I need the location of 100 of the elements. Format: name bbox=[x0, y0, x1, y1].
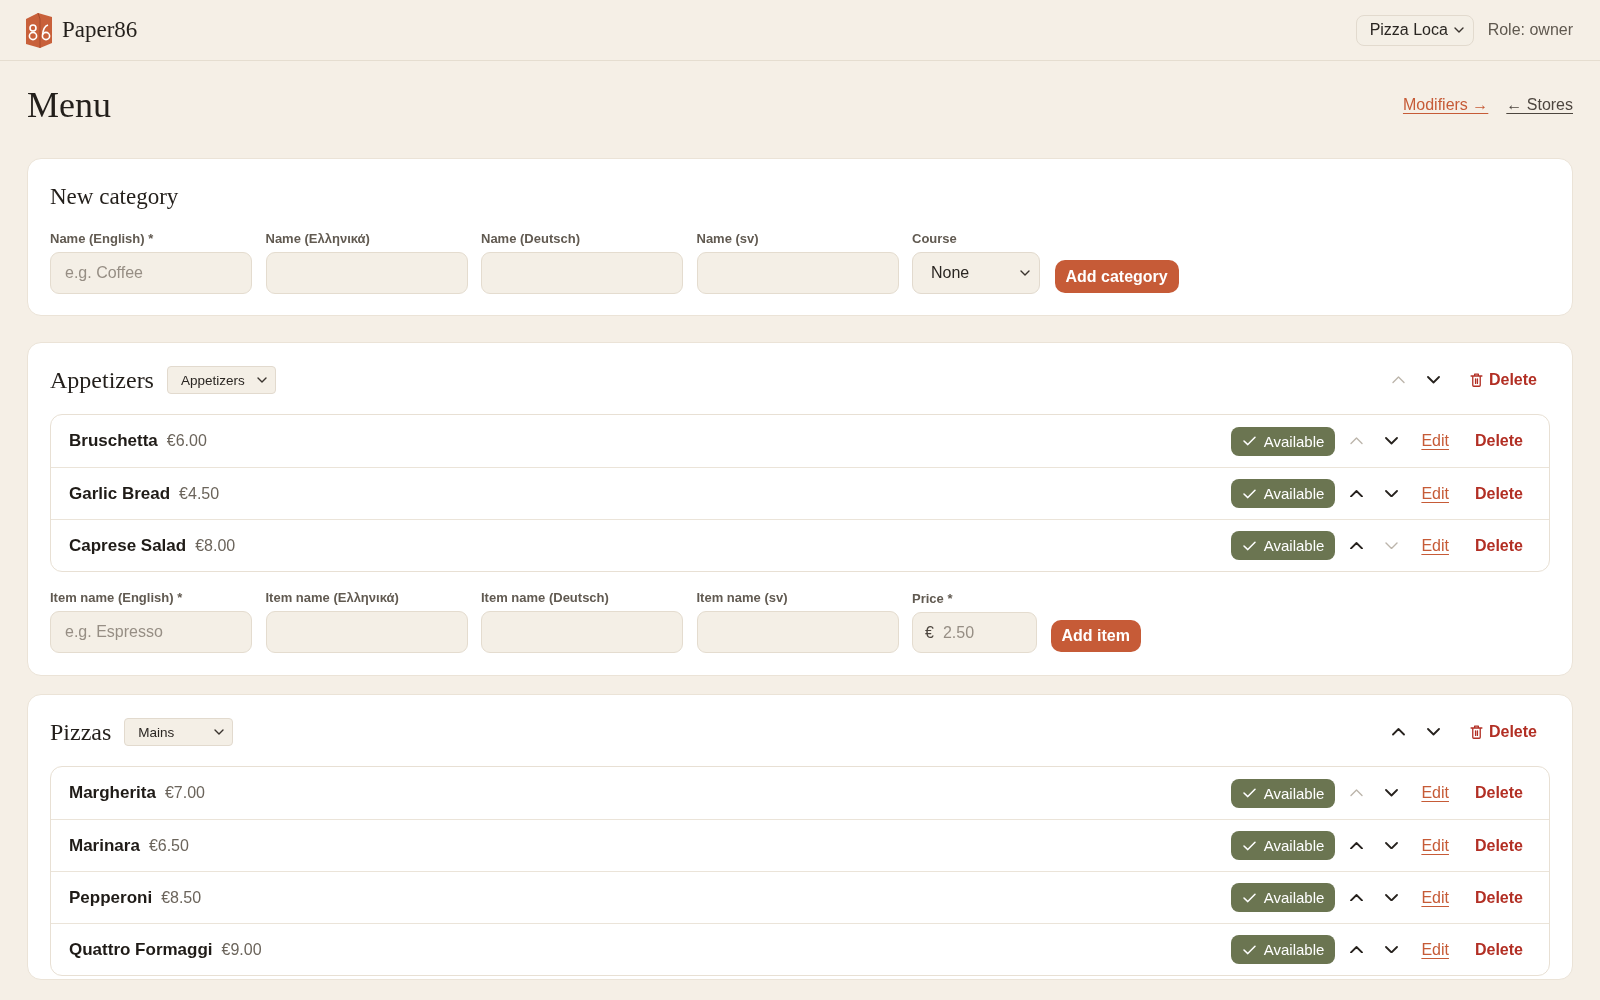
field-label: Item name (English) * bbox=[50, 590, 184, 606]
edit-link[interactable]: Edit bbox=[1421, 432, 1449, 450]
item-name-input[interactable] bbox=[696, 611, 899, 653]
edit-link[interactable]: Edit bbox=[1421, 940, 1449, 959]
check-icon bbox=[1242, 436, 1256, 446]
item-name: Quattro Formaggi bbox=[69, 939, 213, 960]
name-input[interactable]: e.g. Coffee bbox=[50, 252, 252, 294]
delete-button[interactable]: Delete bbox=[1461, 936, 1536, 963]
item-name: Caprese Salad bbox=[69, 535, 187, 556]
trash-icon bbox=[1469, 725, 1483, 739]
chevron-down-icon bbox=[1384, 489, 1398, 498]
check-icon bbox=[1242, 944, 1256, 955]
availability-toggle[interactable]: Available bbox=[1230, 426, 1336, 456]
add-item-button[interactable]: Add item bbox=[1050, 620, 1141, 652]
chevron-up-icon bbox=[1349, 789, 1363, 797]
delete-button[interactable]: Delete bbox=[1461, 884, 1536, 911]
chevron-down-icon bbox=[1020, 270, 1030, 276]
chevron-up-icon bbox=[1349, 541, 1363, 550]
field-label: Course bbox=[912, 231, 958, 247]
delete-button[interactable]: Delete bbox=[1461, 832, 1536, 859]
brand-name: Paper86 bbox=[62, 17, 138, 43]
delete-button[interactable]: Delete bbox=[1461, 480, 1536, 507]
course-select[interactable]: None bbox=[912, 252, 1040, 294]
item-name: Garlic Bread bbox=[69, 483, 171, 504]
chevron-down-icon bbox=[1384, 945, 1398, 954]
chevron-down-icon bbox=[1384, 893, 1398, 902]
field-label: Item name (Deutsch) bbox=[481, 590, 610, 606]
chevron-down-icon bbox=[1427, 376, 1441, 384]
chevron-down-icon bbox=[1427, 728, 1441, 736]
delete-button[interactable]: Delete bbox=[1461, 780, 1536, 806]
field-label: Name (English) * bbox=[50, 231, 155, 247]
price-input[interactable]: 2.50 bbox=[942, 623, 1003, 642]
chevron-down-icon bbox=[1453, 27, 1464, 33]
chevron-up-icon bbox=[1349, 489, 1363, 498]
item-name: Margherita bbox=[69, 783, 156, 803]
chevron-up-icon bbox=[1349, 437, 1363, 445]
field-label: Name (sv) bbox=[696, 231, 760, 247]
availability-toggle[interactable]: Available bbox=[1230, 883, 1336, 912]
item-name: Bruschetta bbox=[69, 431, 158, 451]
item-price: €4.50 bbox=[179, 484, 220, 503]
store-select[interactable]: Pizza Loca bbox=[1355, 14, 1474, 46]
chevron-up-icon bbox=[1392, 728, 1406, 736]
item-price: €8.00 bbox=[195, 536, 236, 555]
field-label: Name (Deutsch) bbox=[481, 231, 581, 247]
logo-icon bbox=[26, 12, 52, 48]
edit-link[interactable]: Edit bbox=[1421, 484, 1449, 503]
availability-toggle[interactable]: Available bbox=[1230, 479, 1336, 508]
check-icon bbox=[1242, 540, 1256, 551]
trash-icon bbox=[1469, 373, 1483, 387]
availability-toggle[interactable]: Available bbox=[1230, 531, 1336, 560]
delete-button[interactable]: Delete bbox=[1461, 428, 1536, 454]
price-field[interactable]: € 2.50 bbox=[912, 612, 1037, 653]
field-label: Price * bbox=[912, 591, 954, 607]
modifiers-link[interactable]: Modifiers → bbox=[1402, 96, 1489, 114]
item-price: €6.50 bbox=[148, 836, 189, 855]
course-select[interactable]: Mains bbox=[124, 718, 234, 746]
chevron-up-icon bbox=[1349, 893, 1363, 902]
name-input[interactable] bbox=[481, 252, 683, 294]
availability-toggle[interactable]: Available bbox=[1230, 831, 1336, 860]
add-category-button[interactable]: Add category bbox=[1054, 260, 1179, 293]
name-input[interactable] bbox=[265, 252, 468, 294]
field-label: Item name (sv) bbox=[696, 590, 789, 606]
item-price: €6.00 bbox=[166, 432, 207, 450]
item-name: Pepperoni bbox=[69, 887, 153, 908]
availability-toggle[interactable]: Available bbox=[1230, 778, 1336, 808]
chevron-up-icon bbox=[1349, 945, 1363, 954]
chevron-down-icon bbox=[1384, 789, 1398, 797]
availability-toggle[interactable]: Available bbox=[1230, 935, 1336, 964]
check-icon bbox=[1242, 488, 1256, 499]
edit-link[interactable]: Edit bbox=[1421, 836, 1449, 855]
chevron-down-icon bbox=[214, 729, 225, 735]
edit-link[interactable]: Edit bbox=[1421, 536, 1449, 555]
edit-link[interactable]: Edit bbox=[1421, 888, 1449, 907]
role-label: Role: owner bbox=[1487, 21, 1573, 39]
item-name-input[interactable] bbox=[265, 611, 468, 653]
currency-symbol: € bbox=[925, 623, 934, 642]
course-select[interactable]: Appetizers bbox=[166, 366, 276, 394]
chevron-up-icon bbox=[1392, 376, 1406, 384]
item-name: Marinara bbox=[69, 835, 140, 856]
chevron-down-icon bbox=[1384, 841, 1398, 850]
check-icon bbox=[1242, 840, 1256, 851]
item-name-input[interactable] bbox=[481, 611, 683, 653]
item-price: €8.50 bbox=[161, 888, 202, 907]
chevron-down-icon bbox=[256, 377, 267, 383]
check-icon bbox=[1242, 892, 1256, 903]
stores-link[interactable]: ← Stores bbox=[1506, 96, 1573, 114]
chevron-up-icon bbox=[1349, 841, 1363, 850]
category-title: Pizzas bbox=[50, 718, 112, 747]
chevron-down-icon bbox=[1384, 541, 1398, 550]
item-name-input[interactable]: e.g. Espresso bbox=[50, 611, 252, 653]
field-label: Name (Ελληνικά) bbox=[265, 231, 371, 247]
item-price: €7.00 bbox=[164, 784, 205, 802]
check-icon bbox=[1242, 788, 1256, 798]
chevron-down-icon bbox=[1384, 437, 1398, 445]
edit-link[interactable]: Edit bbox=[1421, 784, 1449, 802]
item-price: €9.00 bbox=[221, 940, 262, 959]
delete-category-button[interactable]: Delete bbox=[1456, 719, 1550, 745]
delete-button[interactable]: Delete bbox=[1461, 532, 1536, 559]
name-input[interactable] bbox=[696, 252, 899, 294]
delete-category-button[interactable]: Delete bbox=[1456, 367, 1550, 393]
